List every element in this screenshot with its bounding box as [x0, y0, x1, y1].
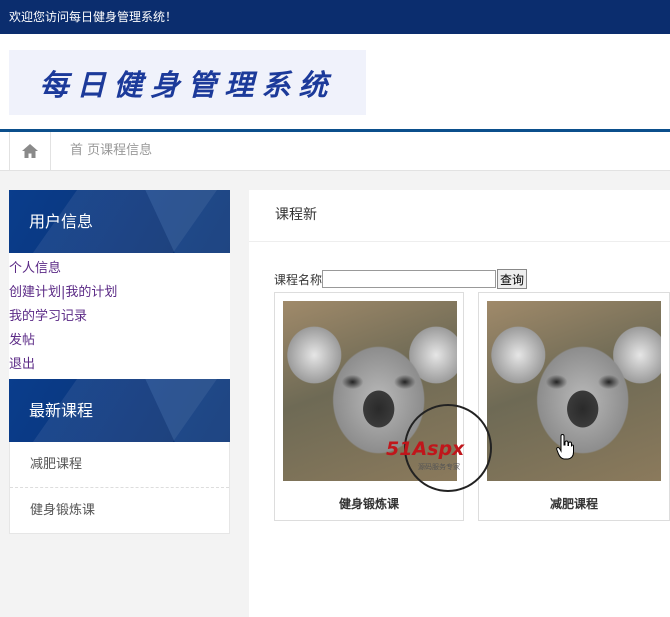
- breadcrumb: 首 页课程信息: [70, 143, 153, 158]
- main-content: 课程新 课程名称 查询 健身锻炼课 减肥课程: [249, 190, 670, 617]
- welcome-text: 欢迎您访问每日健身管理系统！: [9, 10, 178, 24]
- user-info-header: 用户信息: [9, 190, 230, 253]
- logo-text: 每日健身管理系统: [39, 67, 336, 102]
- course-card-weight-loss[interactable]: 减肥课程: [478, 292, 670, 521]
- watermark-logo: 51Aspx 源码服务专家: [386, 404, 492, 492]
- user-info-title: 用户信息: [29, 212, 94, 231]
- latest-courses-list: 减肥课程 健身锻炼课: [9, 442, 230, 534]
- watermark-tagline: 源码服务专家: [418, 463, 460, 471]
- course-title[interactable]: 减肥课程: [479, 495, 669, 512]
- course-image[interactable]: [487, 301, 661, 481]
- header: 每日健身管理系统: [0, 34, 670, 129]
- site-logo: 每日健身管理系统: [9, 50, 366, 115]
- link-study-records[interactable]: 我的学习记录: [9, 305, 230, 329]
- nav-bar: 首 页课程信息: [0, 132, 670, 171]
- link-plan[interactable]: 创建计划|我的计划: [9, 281, 230, 305]
- search-label: 课程名称: [274, 272, 323, 287]
- link-post[interactable]: 发帖: [9, 329, 230, 353]
- page-title: 课程新: [249, 190, 670, 242]
- course-name-input[interactable]: [322, 270, 497, 288]
- latest-courses-title: 最新课程: [29, 401, 94, 420]
- course-item-fitness[interactable]: 健身锻炼课: [10, 488, 229, 533]
- search-button[interactable]: 查询: [497, 269, 528, 289]
- hand-cursor-icon: [556, 434, 574, 460]
- course-item-weight-loss[interactable]: 减肥课程: [10, 442, 229, 488]
- home-icon: [22, 144, 38, 158]
- course-title[interactable]: 健身锻炼课: [275, 495, 463, 512]
- link-profile[interactable]: 个人信息: [9, 257, 230, 281]
- search-bar: 课程名称 查询: [274, 269, 528, 289]
- latest-courses-header: 最新课程: [9, 379, 230, 442]
- top-bar: 欢迎您访问每日健身管理系统！: [0, 0, 670, 34]
- link-logout[interactable]: 退出: [9, 353, 230, 377]
- watermark-brand: 51Aspx: [386, 438, 465, 460]
- home-button[interactable]: [9, 132, 51, 170]
- user-links: 个人信息 创建计划|我的计划 我的学习记录 发帖 退出: [9, 253, 230, 379]
- sidebar: 用户信息 个人信息 创建计划|我的计划 我的学习记录 发帖 退出 最新课程 减肥…: [9, 190, 230, 534]
